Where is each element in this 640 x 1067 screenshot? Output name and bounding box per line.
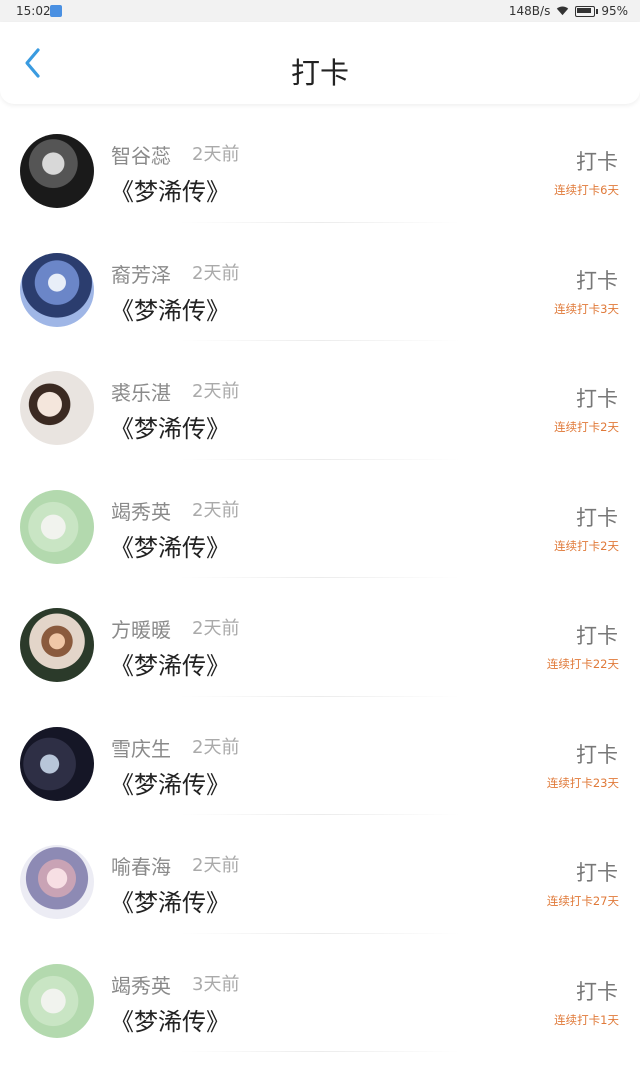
list-item[interactable]: 裘乐湛 2天前 《梦浠传》 打卡 连续打卡2天	[0, 341, 640, 460]
checkin-button[interactable]: 打卡	[576, 146, 618, 176]
book-title[interactable]: 《梦浠传》	[110, 883, 230, 918]
book-title[interactable]: 《梦浠传》	[110, 172, 230, 207]
user-name[interactable]: 裘乐湛	[111, 377, 171, 406]
user-name[interactable]: 智谷蕊	[111, 140, 171, 169]
user-name[interactable]: 竭秀英	[111, 970, 171, 999]
book-title[interactable]: 《梦浠传》	[110, 291, 230, 326]
time-ago: 2天前	[192, 144, 240, 165]
avatar[interactable]	[20, 252, 94, 327]
streak-label: 连续打卡27天	[546, 894, 619, 908]
streak-label: 连续打卡23天	[546, 775, 619, 790]
avatar[interactable]	[20, 134, 94, 208]
list-item[interactable]: 裔芳泽 2天前 《梦浠传》 打卡 连续打卡3天	[0, 223, 640, 341]
notification-icon	[50, 5, 62, 17]
list-item[interactable]: 智谷蕊 2天前 《梦浠传》 打卡 连续打卡6天	[0, 104, 640, 223]
avatar[interactable]	[20, 489, 94, 564]
streak-label: 连续打卡2天	[554, 420, 619, 434]
user-name[interactable]: 裔芳泽	[111, 259, 171, 288]
book-title[interactable]: 《梦浠传》	[110, 1002, 230, 1037]
list-item[interactable]: 方暖暖 2天前 《梦浠传》 打卡 连续打卡22天	[0, 578, 640, 697]
avatar[interactable]	[20, 845, 94, 919]
avatar[interactable]	[20, 726, 94, 801]
avatar[interactable]	[20, 963, 94, 1038]
battery-icon	[575, 5, 599, 17]
page-title: 打卡	[290, 56, 349, 90]
time-ago: 2天前	[192, 618, 240, 639]
checkin-button[interactable]: 打卡	[576, 976, 618, 1006]
status-time: 15:02	[16, 4, 51, 18]
time-ago: 3天前	[192, 973, 240, 995]
network-speed: 148B/s	[508, 4, 551, 18]
list-item[interactable]: 竭秀英 2天前 《梦浠传》 打卡 连续打卡2天	[0, 460, 640, 578]
battery-level: 95%	[601, 4, 628, 18]
avatar[interactable]	[20, 608, 94, 682]
time-ago: 2天前	[192, 499, 240, 521]
status-indicators: 148B/s 95%	[509, 4, 628, 18]
divider	[180, 1051, 460, 1052]
checkin-list: 智谷蕊 2天前 《梦浠传》 打卡 连续打卡6天 裔芳泽 2天前 《梦浠传》 打卡…	[0, 104, 640, 1052]
book-title[interactable]: 《梦浠传》	[110, 409, 230, 444]
checkin-button[interactable]: 打卡	[576, 502, 618, 532]
list-item[interactable]: 喻春海 2天前 《梦浠传》 打卡 连续打卡27天	[0, 815, 640, 934]
checkin-button[interactable]: 打卡	[576, 620, 618, 650]
streak-label: 连续打卡1天	[554, 1012, 619, 1027]
time-ago: 2天前	[192, 381, 240, 402]
time-ago: 2天前	[192, 736, 240, 758]
time-ago: 2天前	[192, 855, 240, 876]
checkin-button[interactable]: 打卡	[576, 857, 618, 887]
user-name[interactable]: 雪庆生	[111, 733, 171, 762]
checkin-button[interactable]: 打卡	[576, 265, 618, 295]
list-item[interactable]: 雪庆生 2天前 《梦浠传》 打卡 连续打卡23天	[0, 697, 640, 815]
streak-label: 连续打卡6天	[554, 183, 619, 197]
book-title[interactable]: 《梦浠传》	[110, 765, 230, 800]
status-bar: 15:02 148B/s 95%	[0, 0, 640, 22]
user-name[interactable]: 喻春海	[111, 851, 171, 880]
book-title[interactable]: 《梦浠传》	[110, 528, 230, 563]
checkin-button[interactable]: 打卡	[576, 739, 618, 769]
streak-label: 连续打卡22天	[546, 657, 619, 671]
book-title[interactable]: 《梦浠传》	[110, 646, 230, 681]
header: 打卡	[0, 22, 640, 104]
user-name[interactable]: 方暖暖	[111, 614, 171, 643]
checkin-button[interactable]: 打卡	[576, 383, 618, 413]
avatar[interactable]	[20, 371, 94, 445]
wifi-icon	[557, 6, 569, 16]
user-name[interactable]: 竭秀英	[111, 496, 171, 525]
list-item[interactable]: 竭秀英 3天前 《梦浠传》 打卡 连续打卡1天	[0, 934, 640, 1052]
streak-label: 连续打卡3天	[554, 301, 619, 316]
time-ago: 2天前	[192, 262, 240, 284]
streak-label: 连续打卡2天	[554, 538, 619, 553]
